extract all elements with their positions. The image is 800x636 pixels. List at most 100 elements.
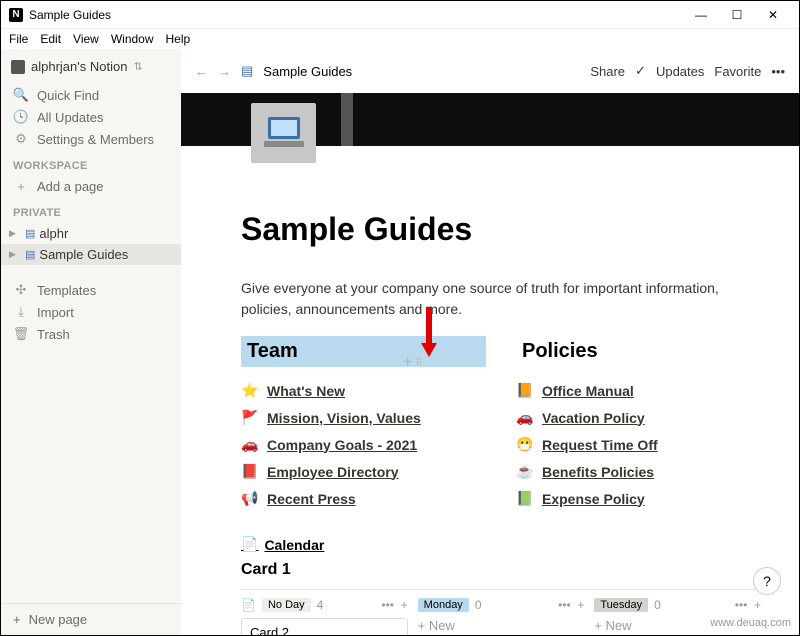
drag-handle-icon[interactable]: ⠿ [415,358,421,369]
tag-no-day[interactable]: No Day [262,598,311,612]
sidebar-import[interactable]: ⤓Import [1,301,181,323]
all-updates-label: All Updates [37,110,103,125]
item-label: Vacation Policy [542,410,645,426]
link-expense[interactable]: 📗 Expense Policy [516,485,761,512]
help-button[interactable]: ? [753,567,781,595]
link-press[interactable]: 📢Recent Press [241,485,486,512]
page-description[interactable]: Give everyone at your company one source… [241,278,761,320]
menu-view[interactable]: View [73,32,99,46]
menu-edit[interactable]: Edit [40,32,61,46]
book-icon: 📙 [516,382,534,399]
expand-icon[interactable]: ▶ [9,249,21,260]
tag-tuesday[interactable]: Tuesday [594,598,648,612]
favorite-button[interactable]: Favorite [714,64,761,79]
sidebar-add-page[interactable]: +Add a page [1,176,181,197]
import-icon: ⤓ [13,304,29,320]
maximize-button[interactable]: ☐ [719,1,755,29]
board-col-monday: Monday 0 ••• + + New [418,598,585,635]
card-1-title[interactable]: Card 1 [241,561,761,579]
count: 0 [475,598,482,612]
car-icon: 🚗 [516,409,534,426]
close-button[interactable]: ✕ [755,1,791,29]
menubar: File Edit View Window Help [1,29,799,49]
link-vacation[interactable]: 🚗 Vacation Policy [516,404,761,431]
page-emoji-icon[interactable] [251,103,316,163]
trash-icon: 🗑 [13,326,29,342]
link-time-off[interactable]: 😷Request Time Off [516,431,761,458]
breadcrumb[interactable]: Sample Guides [263,64,352,79]
board-view: 📄No Day4••• + Card 2 Monday0••• + + New … [241,589,761,635]
template-icon: ✣ [13,282,29,298]
column-team: Team ⭐What's New 🚩Mission, Vision, Value… [241,336,486,512]
item-label: Mission, Vision, Values [267,410,421,426]
col-more-button[interactable]: ••• + [558,598,584,612]
tag-monday[interactable]: Monday [418,598,469,612]
updates-button[interactable]: Updates [656,64,704,79]
item-label: Expense Policy [542,491,645,507]
col-more-button[interactable]: ••• + [381,598,407,612]
heading-team[interactable]: Team [241,336,486,367]
workspace-switcher[interactable]: alphrjan's Notion ⇅ [1,49,181,84]
count: 4 [317,598,324,612]
menu-help[interactable]: Help [166,32,191,46]
plus-icon: + [13,612,21,627]
watermark: www.deuaq.com [710,617,791,629]
sidebar-trash[interactable]: 🗑 Trash [1,323,181,345]
section-workspace: WORKSPACE [1,150,181,176]
link-goals[interactable]: 🚗 Company Goals - 2021 [241,431,486,458]
nav-back-button[interactable]: ← [195,64,208,79]
sidebar-settings[interactable]: ⚙Settings & Members [1,128,181,150]
link-directory[interactable]: 📕Employee Directory [241,458,486,485]
item-label: Office Manual [542,383,634,399]
col-more-button[interactable]: ••• + [735,598,761,612]
link-benefits[interactable]: ☕Benefits Policies [516,458,761,485]
expand-icon[interactable]: ▶ [9,228,21,239]
search-icon: 🔍 [13,87,29,103]
breadcrumb-icon: ▤ [241,63,253,79]
more-button[interactable]: ••• [771,64,785,79]
sidebar-templates[interactable]: ✣ Templates [1,279,181,301]
topbar: ← → ▤ Sample Guides Share ✓ Updates Favo… [181,49,799,93]
item-label: Request Time Off [542,437,658,453]
star-icon: ⭐ [241,382,259,399]
add-block-icon[interactable]: + [403,354,412,372]
trash-label: Trash [37,327,70,342]
coffee-icon: ☕ [516,463,534,480]
item-label: Employee Directory [267,464,399,480]
link-mission[interactable]: 🚩Mission, Vision, Values [241,404,486,431]
window-title: Sample Guides [29,8,683,22]
quick-find-label: Quick Find [37,88,99,103]
page-title[interactable]: Sample Guides [241,211,761,248]
menu-window[interactable]: Window [111,32,154,46]
banner-decoration [341,93,353,146]
content-area: ← → ▤ Sample Guides Share ✓ Updates Favo… [181,49,799,635]
templates-label: Templates [37,283,96,298]
sidebar-quick-find[interactable]: 🔍 Quick Find [1,84,181,106]
link-office-manual[interactable]: 📙 Office Manual [516,377,761,404]
check-icon: ✓ [635,63,646,79]
link-whats-new[interactable]: ⭐What's New [241,377,486,404]
sidebar-page-sample-guides[interactable]: ▶▤Sample Guides [1,244,181,265]
minimize-button[interactable]: — [683,1,719,29]
new-card-button[interactable]: + New [418,618,585,633]
plus-icon: + [13,179,29,194]
megaphone-icon: 📢 [241,490,259,507]
book-icon: 📗 [516,490,534,507]
new-page-label: New page [29,612,88,627]
share-button[interactable]: Share [590,64,625,79]
sidebar-all-updates[interactable]: 🕓All Updates [1,106,181,128]
cover-banner[interactable] [181,93,799,146]
menu-file[interactable]: File [9,32,28,46]
item-label: Company Goals - 2021 [267,437,417,453]
nav-forward-button[interactable]: → [218,64,231,79]
sidebar-new-page[interactable]: + New page [1,603,181,635]
column-policies: Policies 📙 Office Manual 🚗 Vacation Policy… [516,336,761,512]
car-icon: 🚗 [241,436,259,453]
switcher-arrows-icon: ⇅ [133,60,142,73]
sidebar-page-alphr[interactable]: ▶▤alphr [1,223,181,244]
page-body: Sample Guides Give everyone at your comp… [181,146,799,635]
heading-policies[interactable]: Policies [516,336,761,367]
calendar-link[interactable]: 📄Calendar [241,536,761,553]
settings-label: Settings & Members [37,132,154,147]
card-2[interactable]: Card 2 [241,618,408,635]
